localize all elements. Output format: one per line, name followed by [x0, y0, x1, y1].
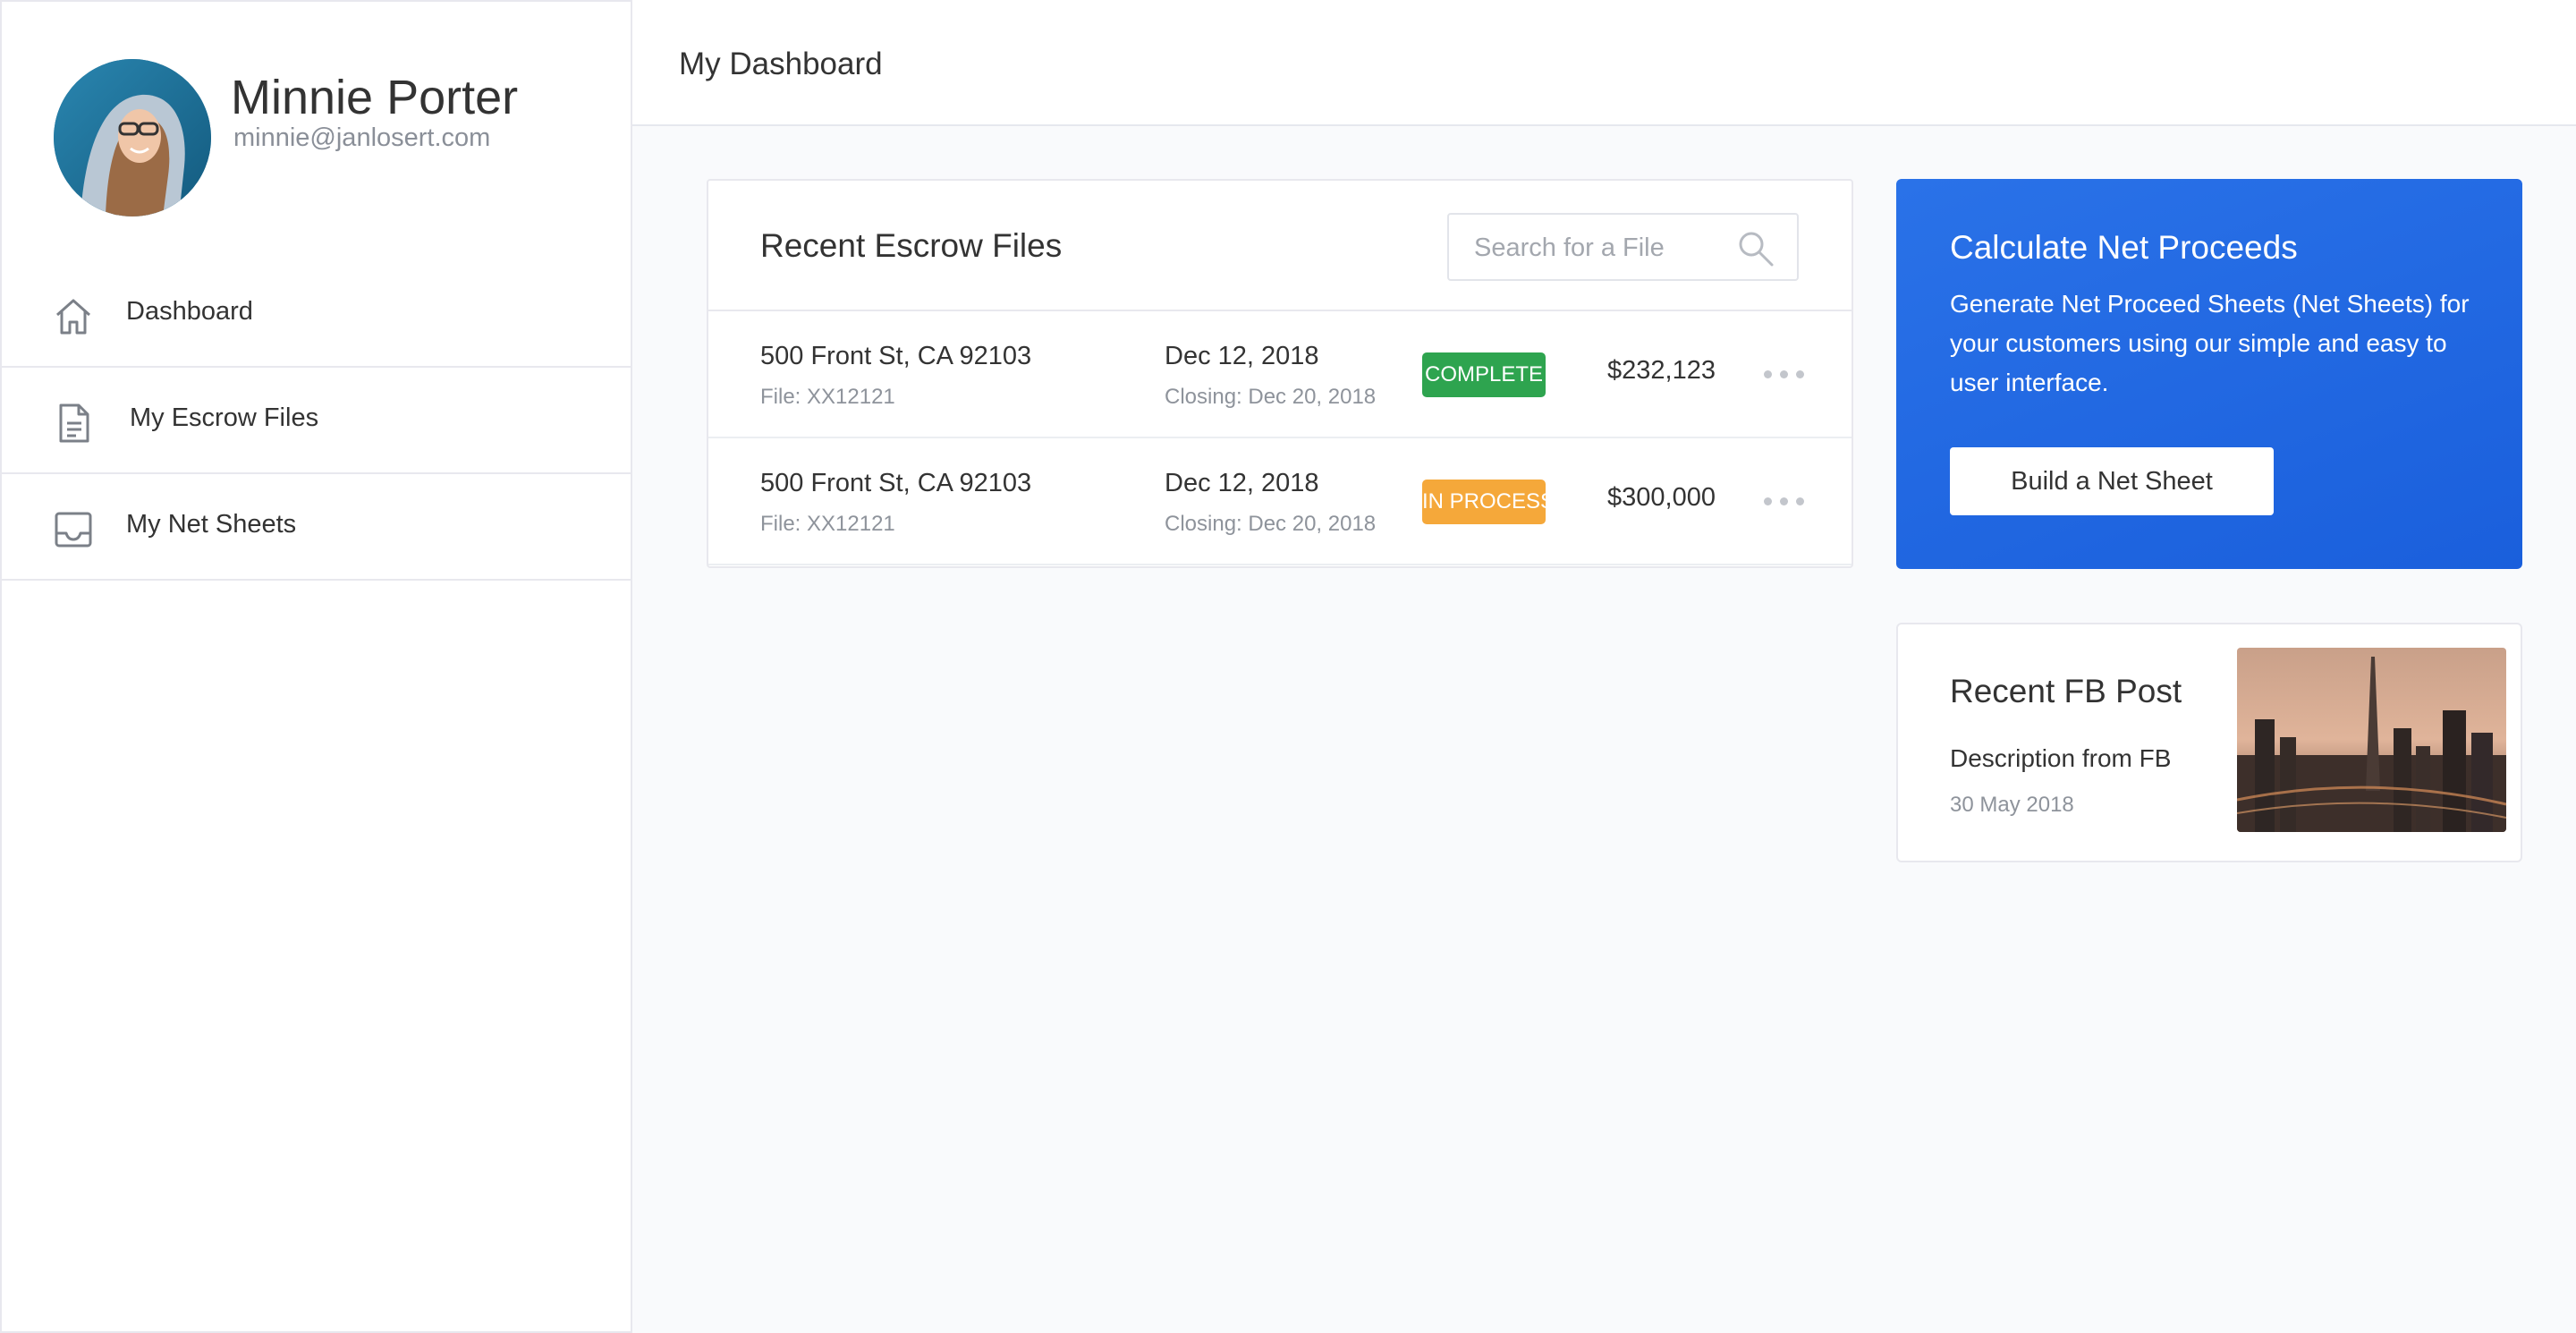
file-number: File: XX12121: [760, 385, 895, 409]
page-title: My Dashboard: [679, 47, 883, 81]
sidebar-nav: Dashboard My Escrow Files My Net Sheets: [2, 261, 632, 581]
status-badge: COMPLETE: [1422, 352, 1546, 397]
card-title: Recent FB Post: [1950, 673, 2182, 709]
recent-fb-post-card[interactable]: Recent FB Post Description from FB 30 Ma…: [1896, 623, 2522, 862]
file-amount: $300,000: [1607, 483, 1716, 512]
sidebar: Minnie Porter minnie@janlosert.com Dashb…: [0, 0, 632, 1333]
file-address: 500 Front St, CA 92103: [760, 469, 1032, 497]
search-icon[interactable]: [1736, 229, 1775, 268]
closing-date: Closing: Dec 20, 2018: [1165, 385, 1377, 409]
home-icon: [52, 295, 95, 338]
user-email: minnie@janlosert.com: [233, 123, 491, 152]
sidebar-item-net-sheets[interactable]: My Net Sheets: [2, 474, 632, 581]
sidebar-item-label: My Escrow Files: [130, 403, 319, 432]
sidebar-item-escrow-files[interactable]: My Escrow Files: [2, 368, 632, 474]
post-description: Description from FB: [1950, 744, 2172, 772]
top-header: My Dashboard: [632, 0, 2576, 126]
sidebar-item-dashboard[interactable]: Dashboard: [2, 261, 632, 368]
more-options-icon[interactable]: [1764, 492, 1805, 512]
file-number: File: XX12121: [760, 512, 895, 536]
status-badge: IN PROCESS: [1422, 480, 1546, 524]
file-date: Dec 12, 2018: [1165, 469, 1319, 497]
recent-escrow-files-panel: Recent Escrow Files 500 Front St, CA 921…: [707, 179, 1853, 568]
file-date: Dec 12, 2018: [1165, 342, 1319, 370]
search-input[interactable]: [1474, 231, 1742, 265]
inbox-icon: [52, 508, 95, 551]
table-row[interactable]: 500 Front St, CA 92103 File: XX12121 Dec…: [708, 311, 1852, 438]
panel-title: Recent Escrow Files: [760, 227, 1063, 264]
sidebar-item-label: My Net Sheets: [126, 510, 297, 539]
panel-header: Recent Escrow Files: [708, 181, 1852, 311]
table-row[interactable]: 500 Front St, CA 92103 File: XX12121 Dec…: [708, 438, 1852, 565]
build-net-sheet-button[interactable]: Build a Net Sheet: [1950, 447, 2274, 515]
sidebar-item-label: Dashboard: [126, 297, 253, 326]
post-date: 30 May 2018: [1950, 793, 2074, 817]
net-proceeds-card: Calculate Net Proceeds Generate Net Proc…: [1896, 179, 2522, 569]
more-options-icon[interactable]: [1764, 365, 1805, 385]
file-amount: $232,123: [1607, 356, 1716, 385]
document-icon: [52, 402, 95, 445]
card-description: Generate Net Proceed Sheets (Net Sheets)…: [1950, 290, 2470, 396]
post-image[interactable]: [2237, 648, 2506, 832]
closing-date: Closing: Dec 20, 2018: [1165, 512, 1377, 536]
avatar[interactable]: [54, 59, 211, 217]
user-name: Minnie Porter: [231, 71, 519, 124]
search-box: [1447, 213, 1799, 281]
file-address: 500 Front St, CA 92103: [760, 342, 1032, 370]
card-title: Calculate Net Proceeds: [1950, 229, 2298, 266]
